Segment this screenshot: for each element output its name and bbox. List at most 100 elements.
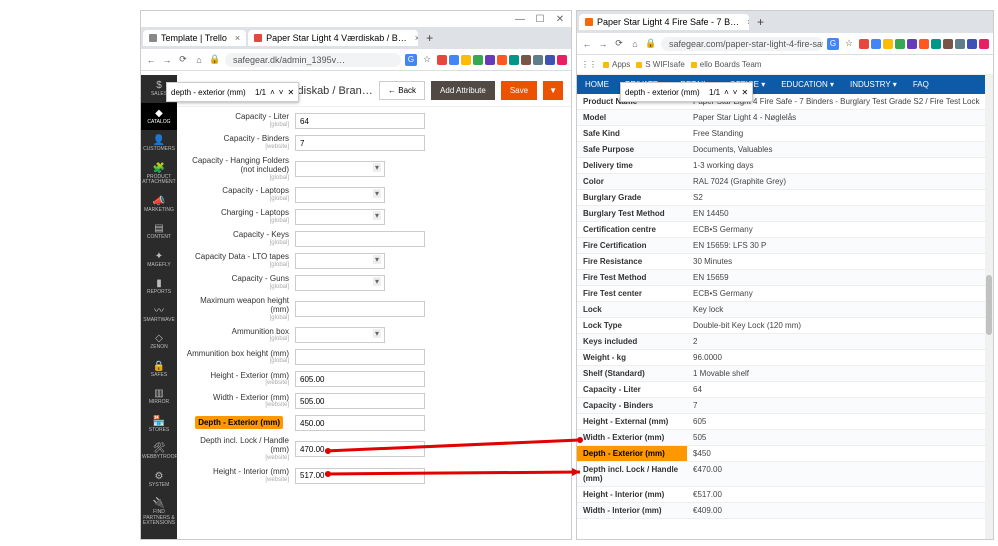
home-icon[interactable]: ⌂ <box>193 54 205 66</box>
bookmark-item[interactable]: S WIFIsafe <box>636 60 685 69</box>
minimize-button[interactable]: — <box>513 14 527 25</box>
field-input[interactable] <box>295 231 425 247</box>
sidebar-item-zenon[interactable]: ◇ZENON <box>141 328 177 356</box>
field-select[interactable] <box>295 209 385 225</box>
sidebar-item-safes[interactable]: 🔒SAFES <box>141 356 177 384</box>
field-select[interactable] <box>295 187 385 203</box>
sidebar-item-mirror[interactable]: ▥MIRROR <box>141 383 177 411</box>
field-input[interactable] <box>295 349 425 365</box>
extension-icon[interactable] <box>895 39 905 49</box>
field-input[interactable] <box>295 468 425 484</box>
bookmark-item[interactable]: ello Boards Team <box>691 60 762 69</box>
browser-tab[interactable]: Template | Trello× <box>143 30 246 46</box>
sidebar-item-customers[interactable]: 👤CUSTOMERS <box>141 130 177 158</box>
add-attribute-button[interactable]: Add Attribute <box>431 81 495 100</box>
field-select[interactable] <box>295 253 385 269</box>
back-icon[interactable]: ← <box>581 38 593 50</box>
sidebar-item-magefly[interactable]: ✦MAGEFLY <box>141 246 177 274</box>
maximize-button[interactable]: ☐ <box>533 14 547 25</box>
back-icon[interactable]: ← <box>145 54 157 66</box>
sidebar-item-stores[interactable]: 🏪STORES <box>141 411 177 439</box>
sidebar-item-system[interactable]: ⚙SYSTEM <box>141 466 177 494</box>
sidebar-item-catalog[interactable]: ◆CATALOG <box>141 103 177 131</box>
extension-icon[interactable] <box>859 39 869 49</box>
forward-icon[interactable]: → <box>161 54 173 66</box>
find-close-icon[interactable]: ✕ <box>741 88 748 97</box>
sidebar-item-reports[interactable]: ▮REPORTS <box>141 273 177 301</box>
forward-icon[interactable]: → <box>597 38 609 50</box>
close-button[interactable]: ✕ <box>553 14 567 25</box>
extension-icon[interactable] <box>533 55 543 65</box>
back-button[interactable]: ← Back <box>379 81 425 100</box>
field-select[interactable] <box>295 161 385 177</box>
extension-icon[interactable] <box>919 39 929 49</box>
sidebar-item-smartwave[interactable]: 〰SMARTWAVE <box>141 301 177 329</box>
extension-icon[interactable] <box>883 39 893 49</box>
field-input[interactable] <box>295 113 425 129</box>
browser-tab[interactable]: Paper Star Light 4 Værdiskab / B…× <box>248 30 418 46</box>
field-input[interactable] <box>295 441 425 457</box>
find-next-icon[interactable]: ˅ <box>279 88 284 97</box>
new-tab-button[interactable]: + <box>751 15 770 29</box>
extension-icon[interactable] <box>497 55 507 65</box>
translate-icon[interactable]: G <box>827 38 839 50</box>
sidebar-item-product-attachment[interactable]: 🧩PRODUCT ATTACHMENT <box>141 158 177 191</box>
sidebar-item-marketing[interactable]: 📣MARKETING <box>141 191 177 219</box>
extension-icon[interactable] <box>967 39 977 49</box>
url-field[interactable]: safegear.dk/admin_1395v… <box>225 53 401 67</box>
extension-icon[interactable] <box>979 39 989 49</box>
save-dropdown-button[interactable]: ▼ <box>543 81 563 100</box>
bookmark-item[interactable]: Apps <box>603 60 630 69</box>
extension-icon[interactable] <box>521 55 531 65</box>
extension-icon[interactable] <box>907 39 917 49</box>
extensions-row <box>437 55 567 65</box>
nav-item[interactable]: INDUSTRY ▾ <box>842 75 905 94</box>
field-select[interactable] <box>295 275 385 291</box>
save-button[interactable]: Save <box>501 81 537 100</box>
field-select[interactable] <box>295 327 385 343</box>
reload-icon[interactable]: ⟳ <box>177 54 189 66</box>
browser-tab[interactable]: Paper Star Light 4 Fire Safe - 7 B…× <box>579 14 749 30</box>
scrollbar[interactable] <box>985 75 993 539</box>
field-input[interactable] <box>295 415 425 431</box>
url-field[interactable]: safegear.com/paper-star-light-4-fire-saf… <box>661 37 823 51</box>
field-input[interactable] <box>295 393 425 409</box>
extension-icon[interactable] <box>473 55 483 65</box>
sidebar-item-webbytroops[interactable]: 🛠WEBBYTROOPS <box>141 438 177 466</box>
field-input[interactable] <box>295 301 425 317</box>
extension-icon[interactable] <box>509 55 519 65</box>
extension-icon[interactable] <box>955 39 965 49</box>
find-close-icon[interactable]: ✕ <box>287 88 294 97</box>
sidebar-item-find-partners-extensions[interactable]: 🔌FIND PARTNERS & EXTENSIONS <box>141 493 177 532</box>
nav-item[interactable]: HOME <box>577 75 617 94</box>
new-tab-button[interactable]: + <box>420 31 439 45</box>
close-tab-icon[interactable]: × <box>415 33 418 43</box>
extension-icon[interactable] <box>557 55 567 65</box>
field-input[interactable] <box>295 135 425 151</box>
close-tab-icon[interactable]: × <box>747 17 749 27</box>
apps-icon[interactable]: ⋮⋮ <box>581 60 597 69</box>
find-input[interactable] <box>625 88 705 97</box>
reload-icon[interactable]: ⟳ <box>613 38 625 50</box>
find-prev-icon[interactable]: ˄ <box>724 88 729 97</box>
find-next-icon[interactable]: ˅ <box>733 88 738 97</box>
translate-icon[interactable]: G <box>405 54 417 66</box>
star-icon[interactable]: ☆ <box>843 38 855 50</box>
home-icon[interactable]: ⌂ <box>629 38 641 50</box>
find-input[interactable] <box>171 88 251 97</box>
extension-icon[interactable] <box>485 55 495 65</box>
close-tab-icon[interactable]: × <box>235 33 240 43</box>
sidebar-item-content[interactable]: ▤CONTENT <box>141 218 177 246</box>
extension-icon[interactable] <box>461 55 471 65</box>
find-prev-icon[interactable]: ˄ <box>270 88 275 97</box>
field-input[interactable] <box>295 371 425 387</box>
extension-icon[interactable] <box>931 39 941 49</box>
extension-icon[interactable] <box>437 55 447 65</box>
extension-icon[interactable] <box>449 55 459 65</box>
extension-icon[interactable] <box>871 39 881 49</box>
extension-icon[interactable] <box>545 55 555 65</box>
extension-icon[interactable] <box>943 39 953 49</box>
star-icon[interactable]: ☆ <box>421 54 433 66</box>
nav-item[interactable]: EDUCATION ▾ <box>773 75 842 94</box>
nav-item[interactable]: FAQ <box>905 75 937 94</box>
